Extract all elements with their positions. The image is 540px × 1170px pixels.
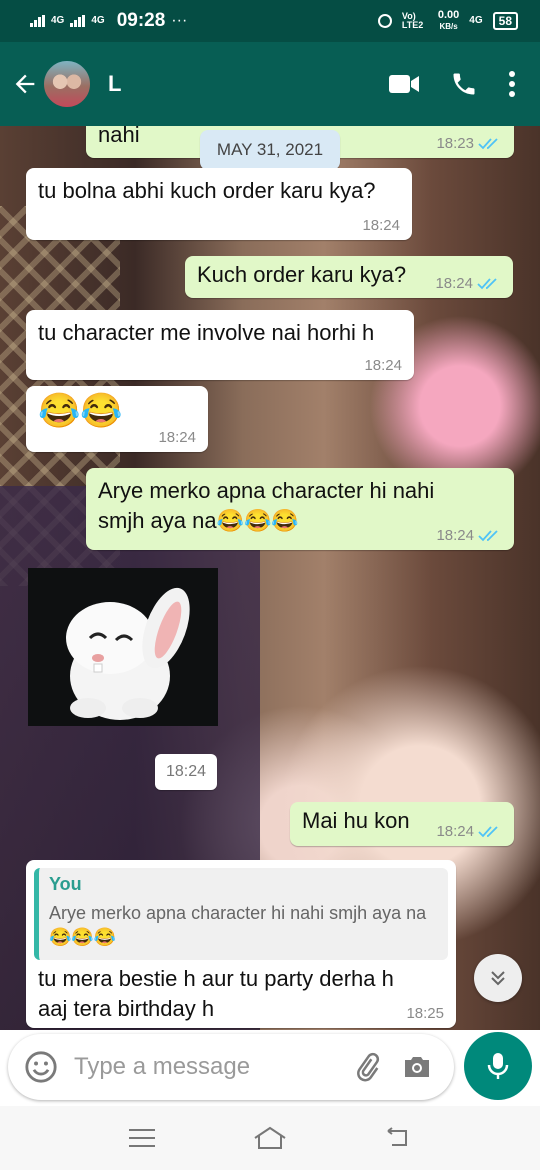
- paperclip-icon[interactable]: [352, 1052, 382, 1082]
- message-incoming[interactable]: tu bolna abhi kuch order karu kya? 18:24: [26, 168, 412, 240]
- composer: [0, 1030, 540, 1106]
- video-call-icon[interactable]: [388, 72, 420, 96]
- speed-value: 0.00: [437, 9, 460, 21]
- system-nav-bar: [0, 1106, 540, 1170]
- message-meta: 18:24: [435, 275, 501, 292]
- message-incoming-reply[interactable]: You Arye merko apna character hi nahi sm…: [26, 860, 456, 1028]
- more-options-icon[interactable]: [508, 70, 516, 98]
- message-outgoing[interactable]: Kuch order karu kya? 18:24: [185, 256, 513, 298]
- volte-label: Vo) LTE2: [401, 11, 424, 30]
- message-time: 18:24: [364, 357, 402, 374]
- message-meta: 18:23: [436, 135, 502, 152]
- message-meta: 18:24: [436, 823, 502, 840]
- network-type-3: 4G: [469, 15, 483, 26]
- message-time: 18:23: [436, 135, 474, 152]
- menu-icon[interactable]: [128, 1128, 156, 1148]
- quoted-message[interactable]: You Arye merko apna character hi nahi sm…: [34, 868, 448, 960]
- read-ticks-icon: [478, 529, 498, 541]
- message-text: tu mera bestie h aur tu party derha h aa…: [38, 966, 394, 1021]
- read-ticks-icon: [478, 137, 498, 149]
- message-input-container: [8, 1034, 454, 1100]
- status-bar: 4G 4G 09:28 ··· Vo) LTE2 0.00 KB/s 4G 58: [0, 0, 540, 42]
- message-time: 18:24: [435, 275, 473, 292]
- message-outgoing[interactable]: Mai hu kon 18:24: [290, 802, 514, 846]
- network-type-1: 4G: [51, 15, 65, 26]
- network-speed: 0.00 KB/s: [438, 10, 459, 32]
- message-outgoing[interactable]: Arye merko apna character hi nahi smjh a…: [86, 468, 514, 550]
- message-meta: 18:24: [364, 357, 402, 374]
- message-time: 18:24: [362, 217, 400, 234]
- more-notifications-icon: ···: [171, 12, 188, 29]
- chat-area[interactable]: nahi 18:23 MAY 31, 2021 tu bolna abhi ku…: [0, 126, 540, 1030]
- message-time: 18:24: [158, 429, 196, 446]
- bunny-sticker-icon: [66, 587, 190, 720]
- back-button[interactable]: [10, 69, 40, 99]
- contact-name[interactable]: L: [108, 71, 121, 97]
- message-meta: 18:24: [436, 527, 502, 544]
- emoji-icon[interactable]: [24, 1050, 58, 1084]
- quoted-text: Arye merko apna character hi nahi smjh a…: [49, 903, 427, 947]
- signal-icon-2: [70, 15, 86, 27]
- sticker-time: 18:24: [155, 754, 217, 790]
- quoted-author: You: [49, 874, 82, 894]
- network-type-2: 4G: [91, 15, 105, 26]
- message-time: 18:25: [406, 1005, 444, 1022]
- message-meta: 18:24: [362, 217, 400, 234]
- message-text: Arye merko apna character hi nahi smjh a…: [98, 478, 435, 533]
- sticker-image[interactable]: [28, 568, 218, 726]
- chevron-double-down-icon: [491, 971, 505, 986]
- message-incoming[interactable]: tu character me involve nai horhi h 18:2…: [26, 310, 414, 380]
- message-time: 18:24: [436, 823, 474, 840]
- chat-header: L: [0, 42, 540, 126]
- message-meta: 18:24: [158, 429, 196, 446]
- alarm-icon: [377, 14, 392, 28]
- date-chip: MAY 31, 2021: [200, 130, 340, 170]
- home-icon[interactable]: [253, 1126, 287, 1150]
- avatar[interactable]: [42, 59, 92, 109]
- message-input[interactable]: [74, 1053, 314, 1081]
- message-text: tu character me involve nai horhi h: [38, 320, 375, 345]
- phone-icon[interactable]: [450, 70, 478, 98]
- message-time: 18:24: [436, 527, 474, 544]
- microphone-icon: [487, 1053, 509, 1079]
- read-ticks-icon: [478, 825, 498, 837]
- clock: 09:28: [116, 10, 166, 31]
- message-incoming[interactable]: 😂😂 18:24: [26, 386, 208, 452]
- message-text: 😂😂: [38, 392, 123, 430]
- voice-message-button[interactable]: [464, 1032, 532, 1100]
- arrow-left-icon: [15, 74, 35, 94]
- message-text: tu bolna abhi kuch order karu kya?: [38, 178, 376, 203]
- scroll-to-bottom-button[interactable]: [474, 954, 522, 1002]
- back-nav-icon[interactable]: [384, 1127, 412, 1149]
- speed-unit: KB/s: [439, 22, 458, 31]
- camera-icon[interactable]: [402, 1054, 432, 1080]
- signal-icon: [30, 15, 45, 27]
- message-meta: 18:25: [406, 1005, 444, 1022]
- read-ticks-icon: [477, 277, 497, 289]
- battery-icon: 58: [492, 12, 518, 30]
